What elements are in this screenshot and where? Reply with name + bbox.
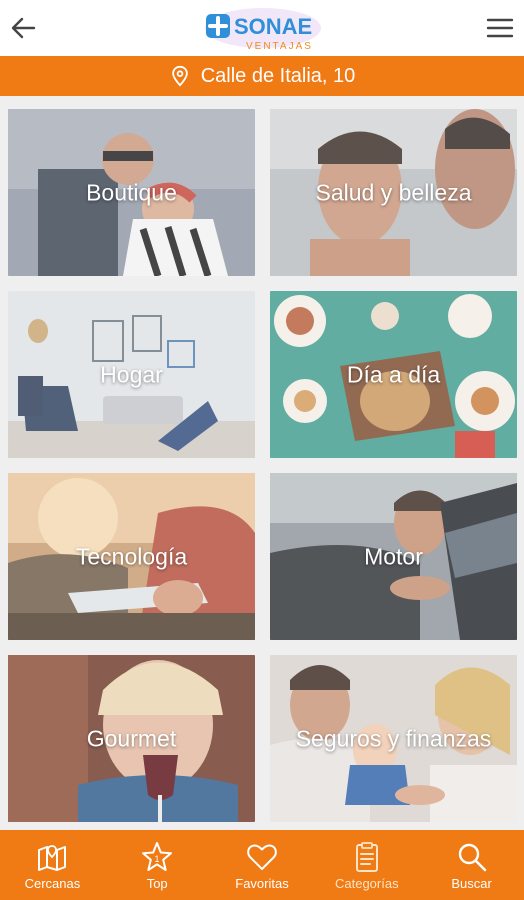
hamburger-icon <box>486 18 514 38</box>
category-label: Tecnología <box>75 543 188 569</box>
nav-buscar[interactable]: Buscar <box>419 830 524 900</box>
location-bar[interactable]: Calle de Italia, 10 <box>0 56 524 96</box>
menu-button[interactable] <box>482 10 518 46</box>
category-label: Salud y belleza <box>315 179 472 205</box>
nav-label: Buscar <box>451 875 492 891</box>
star-icon: 1 <box>142 841 173 871</box>
nav-label: Favoritas <box>235 875 289 891</box>
category-tile-seguros-y-finanzas[interactable]: Seguros y finanzas <box>270 655 517 822</box>
category-tile-dia-a-dia[interactable]: Día a día <box>270 291 517 458</box>
arrow-left-icon <box>11 17 36 39</box>
nav-top[interactable]: 1 Top <box>105 830 210 900</box>
category-tile-boutique[interactable]: Boutique <box>8 109 255 276</box>
category-label: Motor <box>364 543 423 569</box>
bottom-navigation: Cercanas 1 Top Favoritas Categorías Busc… <box>0 830 524 900</box>
nav-favoritas[interactable]: Favoritas <box>210 830 315 900</box>
logo-main-text: SONAE <box>234 14 312 39</box>
category-label: Día a día <box>346 361 441 387</box>
search-icon <box>458 843 486 871</box>
category-label: Boutique <box>86 179 177 205</box>
nav-categorias[interactable]: Categorías <box>314 830 419 900</box>
svg-text:1: 1 <box>155 854 160 864</box>
category-label: Hogar <box>100 361 163 387</box>
logo-sub-text: VENTAJAS <box>246 41 313 52</box>
nav-label: Cercanas <box>24 875 81 891</box>
category-tile-salud-y-belleza[interactable]: Salud y belleza <box>270 109 517 276</box>
top-app-bar: SONAE VENTAJAS <box>0 0 524 56</box>
map-pin-icon <box>171 65 188 87</box>
sonae-logo: SONAE VENTAJAS <box>200 4 326 54</box>
category-grid: Boutique Salud y belleza Hogar Día a día… <box>0 96 524 830</box>
back-button[interactable] <box>6 10 42 46</box>
category-label: Gourmet <box>86 725 177 751</box>
nav-label: Top <box>146 875 168 891</box>
heart-icon <box>247 844 277 870</box>
category-label: Seguros y finanzas <box>295 725 492 751</box>
category-tile-motor[interactable]: Motor <box>270 473 517 640</box>
nav-cercanas[interactable]: Cercanas <box>0 830 105 900</box>
nav-label: Categorías <box>334 875 399 891</box>
location-address: Calle de Italia, 10 <box>200 64 356 87</box>
category-tile-gourmet[interactable]: Gourmet <box>8 655 255 822</box>
category-tile-tecnologia[interactable]: Tecnología <box>8 473 255 640</box>
clipboard-list-icon <box>355 841 378 872</box>
map-icon <box>38 844 67 871</box>
category-tile-hogar[interactable]: Hogar <box>8 291 255 458</box>
